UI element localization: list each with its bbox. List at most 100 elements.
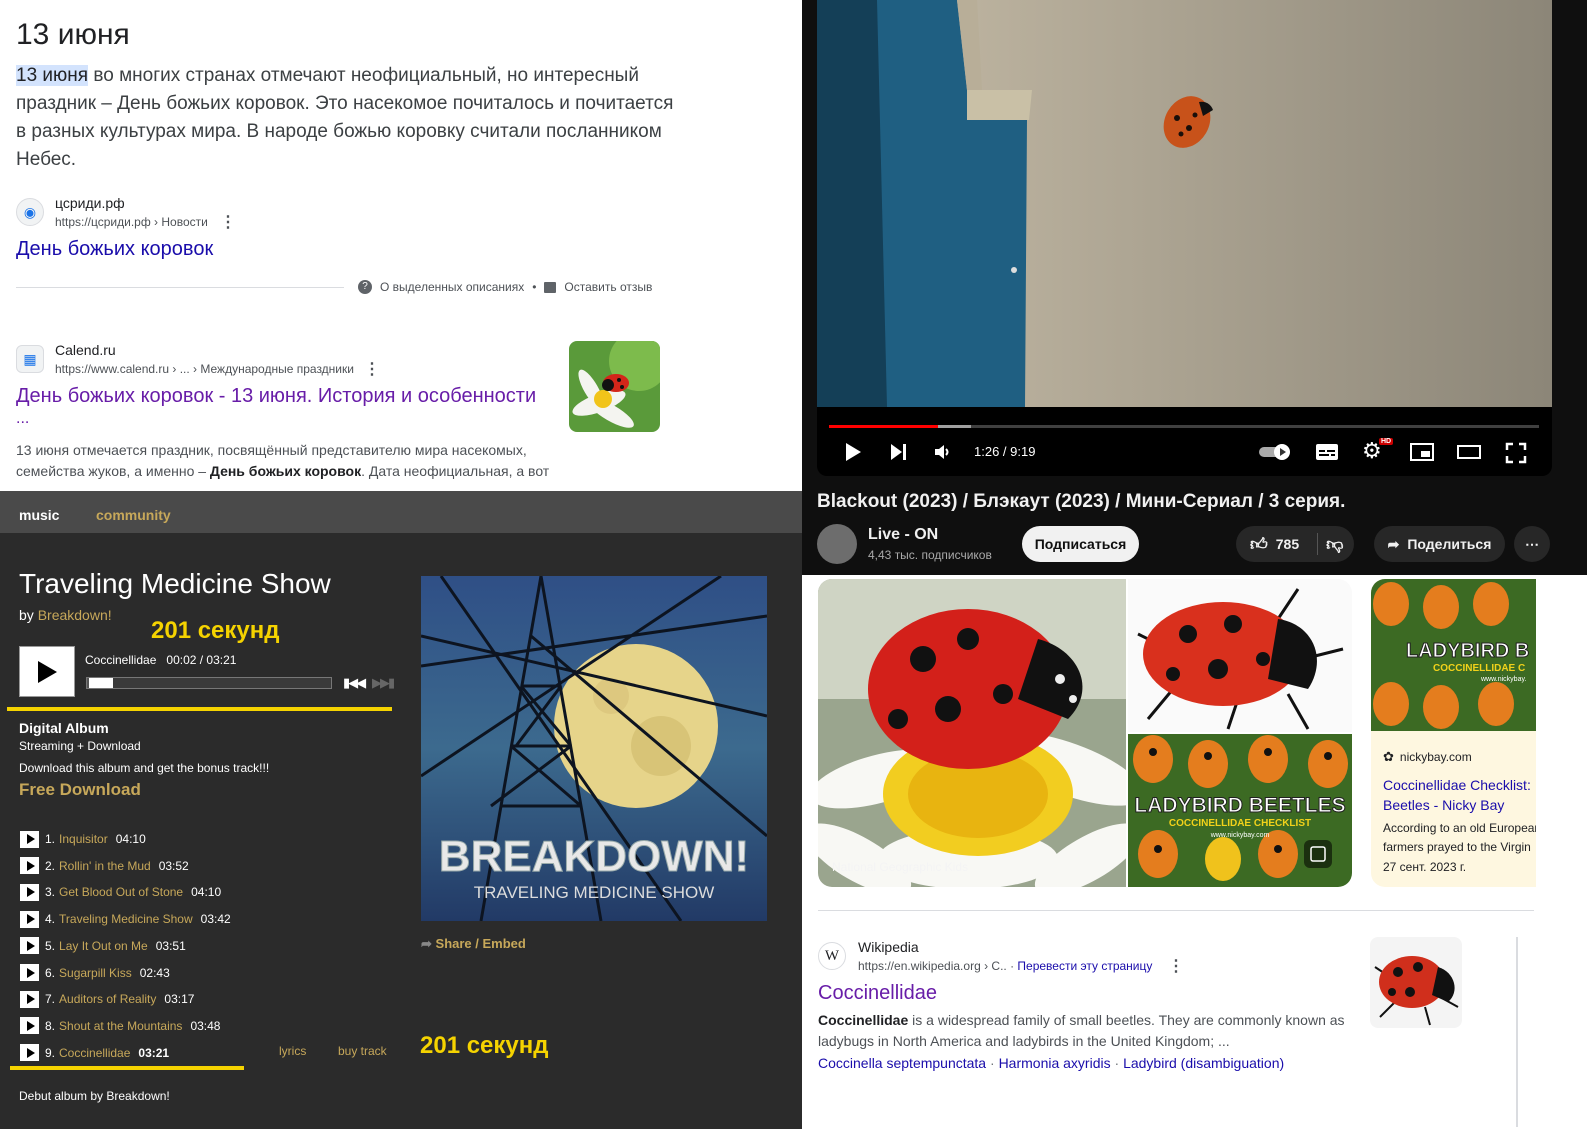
ladybug-daisy-thumbnail[interactable] <box>569 341 660 432</box>
track-row[interactable]: 1. Inquisitor 04:10 <box>20 829 146 849</box>
next-icon[interactable] <box>889 442 909 462</box>
nav-music[interactable]: music <box>19 507 59 523</box>
sitelink[interactable]: Ladybird (disambiguation) <box>1123 1055 1284 1071</box>
result-title-link[interactable]: День божьих коровок <box>16 238 213 261</box>
track-play-icon[interactable] <box>20 883 39 901</box>
scroll-divider <box>1516 937 1518 1127</box>
free-download-link[interactable]: Free Download <box>19 780 141 800</box>
sitelink[interactable]: Harmonia axyridis <box>999 1055 1111 1071</box>
track-row[interactable]: 2. Rollin' in the Mud 03:52 <box>20 856 189 876</box>
annotation-duration: 201 секунд <box>151 617 280 644</box>
album-about: Debut album by Breakdown! <box>19 1089 170 1103</box>
track-row[interactable]: 9. Coccinellidae 03:21 <box>20 1043 169 1063</box>
result-title-link[interactable]: День божьих коровок - 13 июня. История и… <box>16 385 536 408</box>
track-row[interactable]: 8. Shout at the Mountains 03:48 <box>20 1016 220 1036</box>
card-description: According to an old European farmers pra… <box>1383 821 1536 854</box>
track-play-icon[interactable] <box>20 990 39 1008</box>
previous-track-icon[interactable]: ▮◀◀ <box>343 675 366 691</box>
next-track-icon[interactable]: ▶▶▮ <box>372 675 395 691</box>
ladybug-on-daisy-image[interactable]: National Geographic Kids <box>818 579 1126 887</box>
channel-name[interactable]: Live - ON <box>868 526 938 544</box>
divider <box>16 287 344 288</box>
track-play-icon[interactable] <box>20 964 39 981</box>
artist-link[interactable]: Breakdown! <box>38 607 112 623</box>
progress-bar[interactable] <box>829 425 1539 428</box>
track-title-link[interactable]: Get Blood Out of Stone <box>59 885 183 899</box>
subtitles-icon[interactable] <box>1315 442 1339 462</box>
subscribe-button[interactable]: Подписаться <box>1022 526 1139 562</box>
now-playing-info: Coccinellidae 00:02 / 03:21 <box>85 653 236 667</box>
card-subtitle-text: COCCINELLIDAE C <box>1433 663 1525 674</box>
result-url[interactable]: https://en.wikipedia.org › C.. · Перевес… <box>858 959 1152 973</box>
leave-feedback-link[interactable]: Оставить отзыв <box>564 280 652 294</box>
result-description: 13 июня отмечается праздник, посвящённый… <box>16 440 576 482</box>
result-url[interactable]: https://цсриди.рф › Новости <box>55 215 208 229</box>
track-play-icon[interactable] <box>20 830 39 848</box>
autoplay-toggle[interactable] <box>1258 442 1292 462</box>
play-icon <box>38 660 57 683</box>
result-url[interactable]: https://www.calend.ru › ... › Международ… <box>55 362 354 376</box>
track-title-link[interactable]: Shout at the Mountains <box>59 1019 182 1033</box>
track-row[interactable]: 5. Lay It Out on Me 03:51 <box>20 936 186 956</box>
more-actions-button[interactable]: ⋯ <box>1514 526 1550 562</box>
buy-track-link[interactable]: buy track <box>338 1044 387 1058</box>
desc-bold: Coccinellidae <box>818 1012 909 1028</box>
card-title[interactable]: Coccinellidae Checklist: Beetles - Nicky… <box>1383 775 1536 815</box>
sitelink[interactable]: Coccinella septempunctata <box>818 1055 986 1071</box>
thumbs-down-icon[interactable]: 👎︎ <box>1326 534 1343 555</box>
more-vert-icon[interactable]: ⋮ <box>364 359 380 379</box>
album-cover[interactable]: BREAKDOWN! TRAVELING MEDICINE SHOW <box>421 576 767 921</box>
track-row[interactable]: 6. Sugarpill Kiss 02:43 <box>20 963 170 983</box>
channel-avatar[interactable] <box>817 524 857 564</box>
lyrics-link[interactable]: lyrics <box>279 1044 306 1058</box>
track-row[interactable]: 3. Get Blood Out of Stone 04:10 <box>20 882 221 902</box>
about-snippets-link[interactable]: О выделенных описаниях <box>380 280 524 294</box>
ladybird-beetles-checklist-image[interactable]: LADYBIRD BEETLES COCCINELLIDAE CHECKLIST… <box>1128 734 1352 887</box>
share-label: Поделиться <box>1407 536 1492 552</box>
miniplayer-icon[interactable] <box>1409 442 1435 462</box>
image-search-icon[interactable] <box>1304 840 1332 868</box>
share-button[interactable]: ➦ Поделиться <box>1374 526 1505 562</box>
track-number: 1. <box>45 832 56 846</box>
track-play-icon[interactable] <box>20 1017 39 1035</box>
volume-icon[interactable] <box>933 442 953 462</box>
track-title-link[interactable]: Rollin' in the Mud <box>59 859 151 873</box>
ladybug-thumbnail[interactable] <box>1370 937 1462 1028</box>
album-title: Traveling Medicine Show <box>19 568 331 599</box>
track-play-icon[interactable] <box>20 1044 39 1062</box>
nav-community[interactable]: community <box>96 507 171 523</box>
ladybug-closeup-image[interactable] <box>1128 579 1352 732</box>
track-title-link[interactable]: Lay It Out on Me <box>59 939 148 953</box>
track-row[interactable]: 7. Auditors of Reality 03:17 <box>20 989 194 1009</box>
share-embed-label: Share / Embed <box>435 936 526 951</box>
result-title-link[interactable]: Coccinellidae <box>818 982 937 1005</box>
result-site-name: Calend.ru <box>55 342 116 358</box>
theater-mode-icon[interactable] <box>1456 442 1482 462</box>
nicky-bay-card[interactable]: LADYBIRD B COCCINELLIDAE C www.nickybay.… <box>1371 579 1536 887</box>
track-duration: 04:10 <box>115 832 146 846</box>
translate-link[interactable]: Перевести эту страницу <box>1017 959 1152 973</box>
beetles-subtitle: COCCINELLIDAE CHECKLIST <box>1169 818 1311 829</box>
progress-handle[interactable] <box>89 678 114 688</box>
track-play-icon[interactable] <box>20 910 39 928</box>
track-play-icon[interactable] <box>20 937 39 955</box>
fullscreen-icon[interactable] <box>1505 442 1527 464</box>
thumbs-up-icon[interactable]: 👍︎ <box>1250 534 1268 555</box>
track-play-icon[interactable] <box>20 857 39 875</box>
nickybay-icon: ✿ <box>1383 749 1394 764</box>
like-count[interactable]: 785 <box>1276 536 1299 552</box>
play-icon[interactable] <box>843 442 863 462</box>
track-row[interactable]: 4. Traveling Medicine Show 03:42 <box>20 909 231 929</box>
video-player[interactable]: 1:26 / 9:19 ⚙ HD <box>817 0 1552 476</box>
result-site-name: цсриди.рф <box>55 195 125 211</box>
more-vert-icon[interactable]: ⋮ <box>1168 956 1184 976</box>
share-embed-link[interactable]: ➦ Share / Embed <box>421 936 526 952</box>
track-title-link[interactable]: Coccinellidae <box>59 1046 130 1060</box>
track-title-link[interactable]: Sugarpill Kiss <box>59 966 132 980</box>
track-title-link[interactable]: Inquisitor <box>59 832 108 846</box>
big-play-button[interactable] <box>19 646 75 697</box>
track-title-link[interactable]: Auditors of Reality <box>59 992 156 1006</box>
more-vert-icon[interactable]: ⋮ <box>220 212 236 232</box>
track-progress-bar[interactable] <box>86 677 332 689</box>
track-title-link[interactable]: Traveling Medicine Show <box>59 912 193 926</box>
